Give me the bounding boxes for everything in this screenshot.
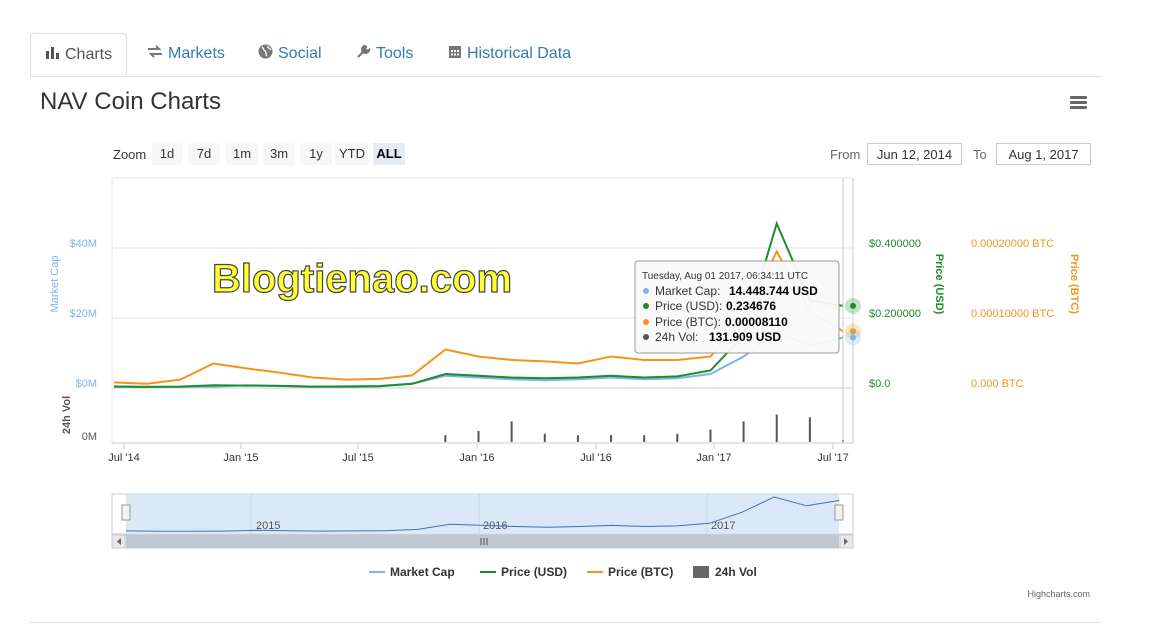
volume-bar xyxy=(444,435,447,442)
volume-bar xyxy=(775,414,778,442)
ytick-mc-20m: $20M xyxy=(69,308,97,320)
ytick-usd-04: $0.400000 xyxy=(869,238,921,250)
navigator-right-handle[interactable] xyxy=(834,504,844,521)
y-axis-title-volume: 24h Vol xyxy=(61,396,73,434)
y-axis-title-market-cap: Market Cap xyxy=(49,256,61,313)
tooltip-value: 0.234676 xyxy=(726,299,776,313)
legend-item-market-cap[interactable]: Market Cap xyxy=(369,565,455,579)
hover-point xyxy=(850,334,856,341)
tooltip-marker xyxy=(643,334,649,340)
xtick-label: Jan '16 xyxy=(459,452,494,464)
ytick-usd-02: $0.200000 xyxy=(869,308,921,320)
ytick-usd-0: $0.0 xyxy=(869,378,890,390)
ytick-btc-0001: 0.00010000 BTC xyxy=(971,308,1054,320)
tooltip: Tuesday, Aug 01 2017, 06:34:11 UTC Marke… xyxy=(634,260,840,354)
tooltip-marker xyxy=(643,319,649,325)
scrollbar-thumb[interactable] xyxy=(126,535,839,548)
volume-bar xyxy=(543,433,546,442)
xtick-label: Jul '16 xyxy=(580,452,611,464)
navigator-left-handle[interactable] xyxy=(121,504,131,521)
ytick-vol-0m: 0M xyxy=(82,431,97,443)
watermark-text: Blogtienao.com xyxy=(212,257,512,301)
volume-bar xyxy=(676,433,679,442)
volume-bar xyxy=(643,435,646,442)
tooltip-value: 0.00008110 xyxy=(725,315,788,329)
xtick-label: Jul '15 xyxy=(342,452,373,464)
volume-bar xyxy=(477,431,480,442)
volume-bar xyxy=(808,417,811,442)
y-axis-title-price-btc: Price (BTC) xyxy=(1068,254,1080,314)
x-tick-marks xyxy=(123,443,834,449)
tooltip-value: 14.448.744 USD xyxy=(729,284,818,298)
legend-label: Price (BTC) xyxy=(608,565,673,579)
tooltip-marker xyxy=(643,288,649,294)
price-chart[interactable]: $40M $20M $0M 0M Market Cap 24h Vol $0.4… xyxy=(0,0,1150,627)
highcharts-credits-link[interactable]: Highcharts.com xyxy=(1027,589,1090,599)
legend-item-price-usd[interactable]: Price (USD) xyxy=(480,565,567,579)
legend-item-24h-vol[interactable]: 24h Vol xyxy=(693,565,757,579)
xtick-label: Jul '14 xyxy=(108,452,139,464)
volume-bar xyxy=(510,421,513,442)
series-24h-vol xyxy=(444,414,844,442)
tooltip-label: Price (USD): xyxy=(655,299,722,313)
volume-bar xyxy=(742,421,745,442)
xtick-label: Jan '17 xyxy=(696,452,731,464)
legend-label: 24h Vol xyxy=(715,565,757,579)
ytick-btc-0002: 0.00020000 BTC xyxy=(971,238,1054,250)
volume-bar xyxy=(709,429,712,442)
legend-item-price-btc[interactable]: Price (BTC) xyxy=(587,565,673,579)
volume-bar xyxy=(576,435,579,442)
tooltip-header: Tuesday, Aug 01 2017, 06:34:11 UTC xyxy=(642,271,808,282)
ytick-btc-0: 0.000 BTC xyxy=(971,378,1024,390)
tooltip-marker xyxy=(643,303,649,309)
xtick-label: Jul '17 xyxy=(817,452,848,464)
x-axis: Jul '14 Jan '15 Jul '15 Jan '16 Jul '16 … xyxy=(108,452,848,464)
tooltip-label: Price (BTC): xyxy=(655,315,721,329)
legend-label: Market Cap xyxy=(390,565,455,579)
tooltip-label: 24h Vol: xyxy=(655,330,698,344)
hover-point xyxy=(850,302,856,309)
legend: Market Cap Price (USD) Price (BTC) 24h V… xyxy=(369,565,757,579)
volume-bar xyxy=(610,435,613,442)
xtick-label: Jan '15 xyxy=(223,452,258,464)
ytick-mc-0m: $0M xyxy=(76,378,97,390)
legend-label: Price (USD) xyxy=(501,565,567,579)
tooltip-label: Market Cap: xyxy=(655,284,720,298)
tooltip-value: 131.909 USD xyxy=(709,330,781,344)
ytick-mc-40m: $40M xyxy=(69,238,97,250)
y-axis-title-price-usd: Price (USD) xyxy=(933,254,945,315)
footer-divider xyxy=(30,622,1101,623)
